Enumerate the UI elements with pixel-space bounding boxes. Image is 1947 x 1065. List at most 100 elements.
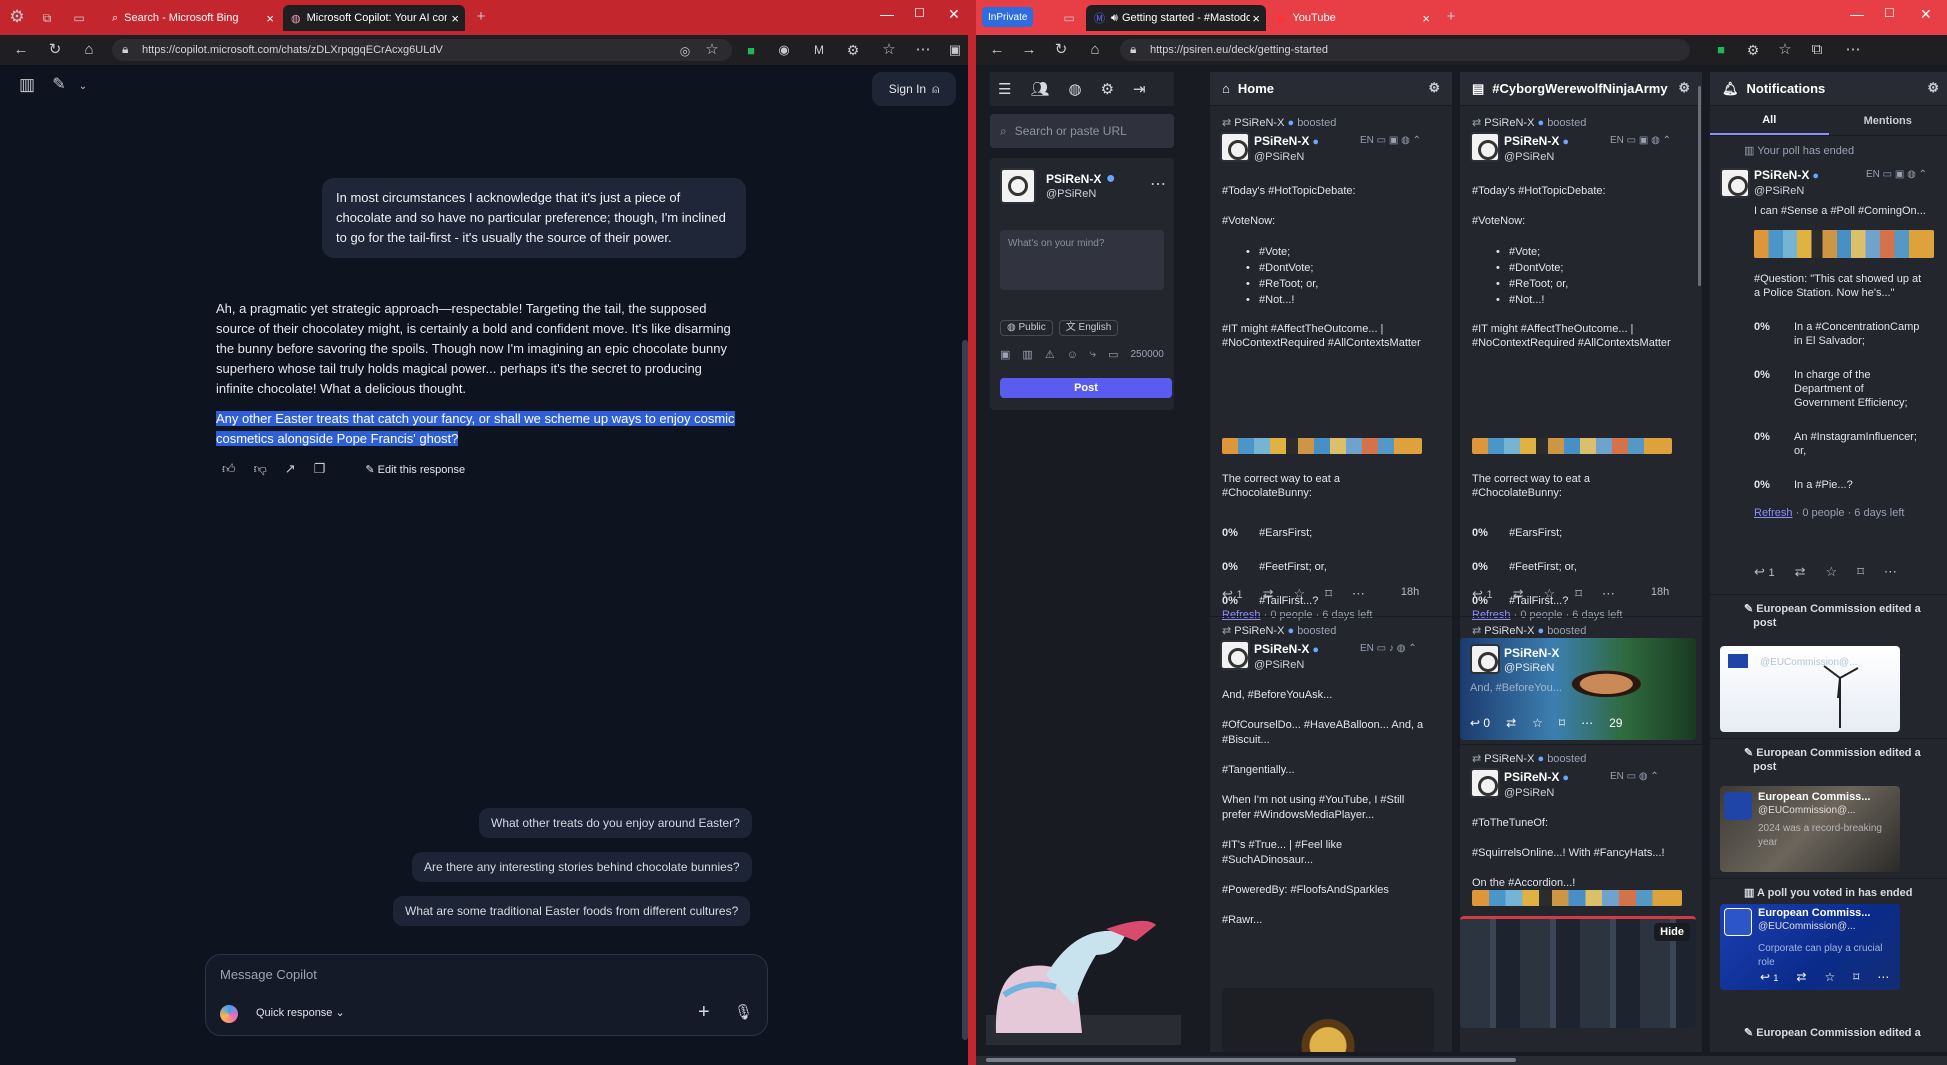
settings-icon[interactable]: ⚙ — [1927, 80, 1939, 96]
bookmark-icon[interactable]: ⌑ — [1853, 970, 1859, 985]
tab-actions-icon[interactable]: ▭ — [70, 10, 88, 26]
globe-icon[interactable]: ◍ — [1069, 80, 1082, 98]
message-input[interactable]: Message Copilot — [220, 967, 317, 982]
microphone-icon[interactable]: 🎙︎ — [734, 1003, 753, 1021]
column-header[interactable]: ▤ #CyborgWerewolfNinjaArmy ⚙ — [1460, 72, 1702, 106]
favorite-icon[interactable]: ☆ — [1544, 586, 1556, 602]
bookmark-icon[interactable]: ⌑ — [1325, 586, 1332, 602]
close-tab-icon[interactable]: × — [1252, 11, 1260, 26]
close-tab-icon[interactable]: × — [451, 11, 459, 26]
home-icon[interactable]: ⌂ — [80, 42, 98, 58]
menu-icon[interactable]: ☰ — [998, 80, 1011, 98]
post-media-image[interactable]: European Commiss... @EUCommission@... 20… — [1720, 786, 1900, 872]
chevron-down-icon[interactable]: ⌄ — [74, 79, 92, 95]
tab-all[interactable]: All — [1710, 106, 1829, 135]
close-tab-icon[interactable]: × — [1422, 11, 1430, 26]
home-icon[interactable]: ⌂ — [1086, 42, 1104, 58]
boost-icon[interactable]: ⇄ — [1796, 970, 1806, 985]
sidebar-icon[interactable]: ▥ — [18, 76, 36, 93]
tab-bing-search[interactable]: ⌕ Search - Microsoft Bing × — [104, 5, 280, 31]
tab-mastodon[interactable]: Ⓜ 🔊︎ Getting started - #Mastodon × — [1086, 5, 1266, 31]
avatar[interactable] — [1470, 132, 1500, 162]
maximize-icon[interactable]: ☐ — [1884, 6, 1895, 20]
suggestion-chip[interactable]: What are some traditional Easter foods f… — [393, 896, 751, 926]
bookmark-icon[interactable]: ⌑ — [1857, 564, 1864, 580]
reply-icon[interactable]: ↩ 1 — [1222, 586, 1243, 602]
post-button[interactable]: Post — [1000, 378, 1172, 398]
sidebar-toggle-icon[interactable]: ▣ — [946, 42, 964, 58]
avatar[interactable] — [1720, 168, 1750, 198]
refresh-icon[interactable]: ↻ — [46, 42, 64, 58]
post-media-image[interactable]: @EUCommission@... — [1720, 646, 1900, 732]
profile-icon[interactable]: ⚙ — [8, 8, 26, 25]
avatar[interactable] — [1220, 640, 1250, 670]
add-icon[interactable]: + — [698, 1001, 710, 1024]
poll-option[interactable]: 0% In a #Pie...? — [1754, 478, 1944, 492]
boost-icon[interactable]: ⇄ — [1506, 716, 1516, 730]
url-field[interactable]: 🔒︎ https://copilot.microsoft.com/chats/z… — [112, 39, 732, 61]
extension-check-icon[interactable]: ■ — [742, 43, 760, 59]
settings-icon[interactable]: ⚙ — [1678, 80, 1690, 96]
favorite-icon[interactable]: ☆ — [1824, 970, 1835, 985]
poll-option[interactable]: 0% In a #ConcentrationCamp in El Salvador; — [1754, 320, 1944, 348]
eu-avatar[interactable] — [1724, 908, 1752, 936]
more-icon[interactable]: ⋯ — [1150, 174, 1166, 194]
poll-option[interactable]: 0% An #InstagramInfluencer; or, — [1754, 430, 1944, 458]
preferences-icon[interactable]: ⚙ — [1101, 80, 1114, 98]
extensions-icon[interactable]: ⚙ — [844, 42, 862, 58]
visibility-selector[interactable]: ◍ Public — [1000, 320, 1053, 336]
copy-icon[interactable]: ❐ — [314, 461, 326, 477]
tracking-icon[interactable]: ◎ — [676, 43, 694, 59]
more-icon[interactable]: ⋯ — [1877, 970, 1889, 985]
tab-copilot[interactable]: ◍ Microsoft Copilot: Your AI compa... × — [283, 5, 465, 31]
close-tab-icon[interactable]: × — [266, 11, 274, 26]
post-media-image[interactable] — [1222, 988, 1434, 1052]
horizontal-scrollbar[interactable] — [976, 1056, 1947, 1065]
favorite-icon[interactable]: ☆ — [703, 42, 721, 58]
poll-icon[interactable]: ▥ — [1022, 348, 1032, 361]
boost-icon[interactable]: ⇄ — [1795, 564, 1806, 580]
url-field[interactable]: 🔒︎ https://psiren.eu/deck/getting-starte… — [1120, 39, 1690, 61]
workspaces-icon[interactable]: ⧉ — [38, 10, 56, 26]
poll-refresh-link[interactable]: Refresh — [1222, 609, 1261, 621]
compose-textarea[interactable]: What's on your mind? — [1000, 230, 1164, 290]
column-header[interactable]: 🔔︎ Notifications ⚙ — [1710, 72, 1947, 106]
media-icon[interactable]: ▣ — [1000, 348, 1010, 361]
favorites-bar-icon[interactable]: ☆ — [1776, 42, 1794, 58]
back-icon[interactable]: ← — [12, 42, 30, 58]
new-chat-icon[interactable]: ✎ — [50, 77, 68, 93]
bookmark-icon[interactable]: ⌑ — [1575, 586, 1582, 602]
maximize-icon[interactable]: ☐ — [914, 6, 925, 20]
avatar[interactable] — [1470, 644, 1500, 674]
favorite-icon[interactable]: ☆ — [1826, 564, 1838, 580]
avatar[interactable] — [1220, 132, 1250, 162]
quote-icon[interactable]: ▭ — [1108, 348, 1118, 361]
new-tab-icon[interactable]: + — [472, 9, 490, 25]
emoji-icon[interactable]: ☺ — [1067, 349, 1078, 361]
sign-in-button[interactable]: Sign In ⍝ — [872, 72, 956, 106]
new-tab-icon[interactable]: + — [1442, 9, 1460, 25]
people-icon[interactable]: 👥︎ — [1030, 80, 1049, 98]
avatar[interactable] — [1470, 768, 1500, 798]
poll-option[interactable]: 0% In charge of the Department of Governmen… — [1754, 368, 1944, 410]
more-icon[interactable]: ⋯ — [1581, 716, 1593, 730]
poll-option[interactable]: 0% #FeetFirst; or, — [1222, 550, 1446, 584]
favorite-icon[interactable]: ☆ — [1294, 586, 1306, 602]
reply-icon[interactable]: ↩ 1 — [1754, 564, 1775, 580]
post-media-image[interactable]: European Commiss... @EUCommission@... Co… — [1720, 904, 1900, 990]
status-post[interactable]: ⇄ PSiReN-X ● boosted PSiReN-X ● @PSiReN … — [1460, 116, 1702, 626]
more-icon[interactable]: ⋯ — [1844, 42, 1862, 58]
extension-m-icon[interactable]: M — [810, 42, 828, 58]
poll-option[interactable]: 0% #EarsFirst; — [1222, 516, 1446, 550]
suggestion-chip[interactable]: Are there any interesting stories behind… — [412, 852, 752, 882]
warning-icon[interactable]: ⚠ — [1045, 348, 1055, 361]
extension-check-icon[interactable]: ■ — [1712, 42, 1730, 58]
post-media-image[interactable]: PSiReN-X @PSiReN And, #BeforeYou... ↩ 0 … — [1460, 638, 1696, 740]
refresh-icon[interactable]: ↻ — [1052, 42, 1070, 58]
close-window-icon[interactable]: ✕ — [1920, 6, 1932, 23]
share-icon[interactable]: ↗ — [285, 461, 296, 477]
reply-icon[interactable]: ↩ 1 — [1760, 970, 1778, 985]
more-icon[interactable]: ⋯ — [1602, 586, 1615, 602]
minimize-icon[interactable]: — — [1850, 6, 1864, 22]
language-selector[interactable]: 文 English — [1058, 320, 1119, 336]
